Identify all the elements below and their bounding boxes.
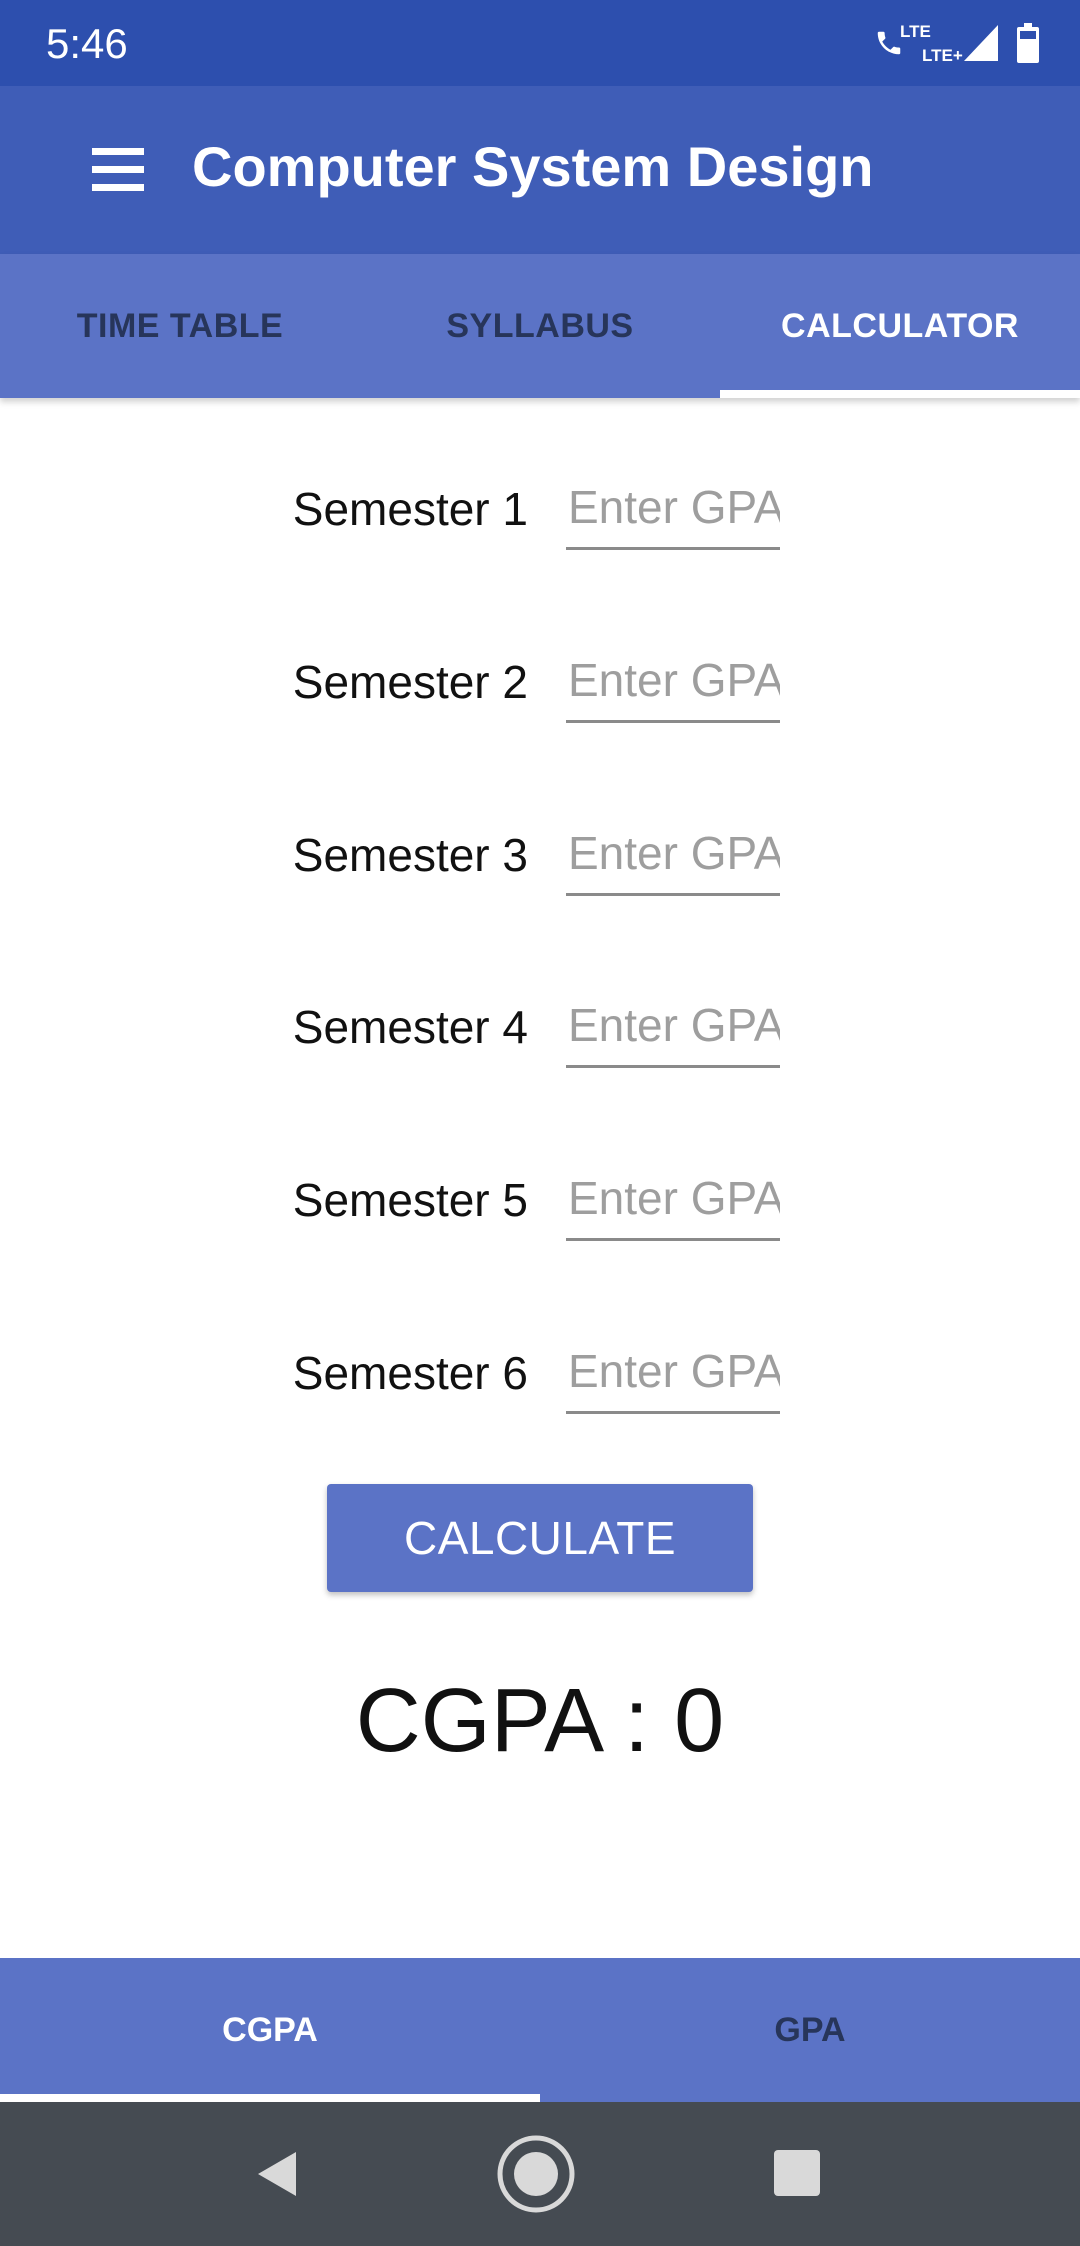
semester-label: Semester 3 <box>292 829 528 881</box>
app-bar: Computer System Design <box>0 86 1080 254</box>
menu-button[interactable] <box>90 142 146 198</box>
semester-row-5: Semester 5 <box>0 1163 1080 1253</box>
semester-label: Semester 1 <box>292 483 528 535</box>
semester-row-2: Semester 2 <box>0 645 1080 735</box>
semester-1-gpa-input[interactable] <box>566 472 780 550</box>
semester-label: Semester 2 <box>292 656 528 708</box>
back-button[interactable] <box>240 2138 312 2210</box>
semester-3-gpa-input[interactable] <box>566 818 780 896</box>
semester-row-1: Semester 1 <box>0 472 1080 562</box>
lte-plus-label: LTE+ <box>922 46 963 65</box>
tab-time-table[interactable]: TIME TABLE <box>0 254 360 398</box>
semester-label: Semester 6 <box>292 1347 528 1399</box>
signal-icon <box>964 25 998 61</box>
semester-label: Semester 5 <box>292 1174 528 1226</box>
top-tab-bar: TIME TABLE SYLLABUS CALCULATOR <box>0 254 1080 398</box>
semester-label: Semester 4 <box>292 1001 528 1053</box>
back-icon <box>258 2152 296 2196</box>
semester-4-gpa-input[interactable] <box>566 990 780 1068</box>
volte-lte-indicator: LTE LTE+ <box>874 20 963 66</box>
home-button[interactable] <box>497 2135 575 2213</box>
cgpa-result: CGPA : 0 <box>355 1671 725 1771</box>
recents-icon <box>774 2150 820 2196</box>
battery-icon <box>1017 23 1039 63</box>
calculate-button[interactable]: CALCULATE <box>327 1484 753 1592</box>
semester-row-4: Semester 4 <box>0 990 1080 1080</box>
status-icons: LTE LTE+ <box>874 20 1040 66</box>
semester-row-6: Semester 6 <box>0 1336 1080 1426</box>
hamburger-menu-icon <box>92 148 144 191</box>
recents-button[interactable] <box>762 2138 834 2210</box>
semester-5-gpa-input[interactable] <box>566 1163 780 1241</box>
semester-row-3: Semester 3 <box>0 818 1080 908</box>
home-icon <box>497 2135 575 2213</box>
lte-label: LTE <box>900 22 931 41</box>
semester-6-gpa-input[interactable] <box>566 1336 780 1414</box>
semester-2-gpa-input[interactable] <box>566 645 780 723</box>
app-title: Computer System Design <box>192 135 874 198</box>
screen: 5:46 LTE LTE+ Computer System Design TIM… <box>0 0 1080 2246</box>
tab-calculator[interactable]: CALCULATOR <box>720 254 1080 398</box>
status-bar: 5:46 LTE LTE+ <box>0 0 1080 86</box>
tab-gpa[interactable]: GPA <box>540 1958 1080 2102</box>
system-nav-bar <box>0 2102 1080 2246</box>
status-time: 5:46 <box>46 20 128 67</box>
tab-cgpa[interactable]: CGPA <box>0 1958 540 2102</box>
tab-syllabus[interactable]: SYLLABUS <box>360 254 720 398</box>
bottom-tab-bar: CGPA GPA <box>0 1958 1080 2102</box>
